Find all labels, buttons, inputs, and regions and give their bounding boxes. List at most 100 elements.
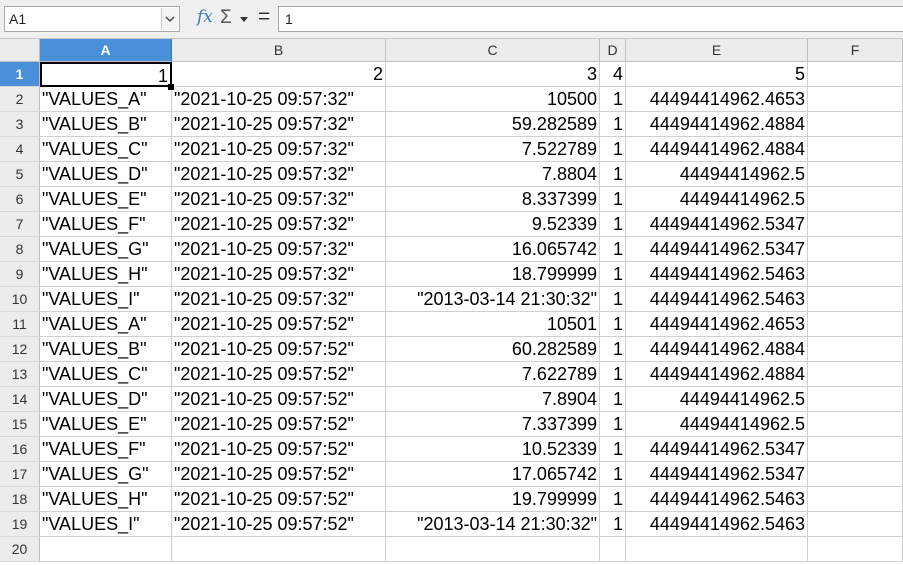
cell-c7[interactable]: 9.52339 [386,212,600,237]
cell-b15[interactable]: "2021-10-25 09:57:52" [172,412,386,437]
cell-e10[interactable]: 44494414962.5463 [626,287,808,312]
cell-a7[interactable]: "VALUES_F" [40,212,172,237]
cell-d19[interactable]: 1 [600,512,626,537]
cell-e12[interactable]: 44494414962.4884 [626,337,808,362]
cell-d14[interactable]: 1 [600,387,626,412]
column-header-c[interactable]: C [386,39,600,62]
cell-e11[interactable]: 44494414962.4653 [626,312,808,337]
row-header-2[interactable]: 2 [0,87,40,112]
cell-f6[interactable] [808,187,903,212]
row-header-16[interactable]: 16 [0,437,40,462]
row-header-20[interactable]: 20 [0,537,40,562]
cell-b5[interactable]: "2021-10-25 09:57:32" [172,162,386,187]
cell-f2[interactable] [808,87,903,112]
cell-b13[interactable]: "2021-10-25 09:57:52" [172,362,386,387]
column-header-d[interactable]: D [600,39,626,62]
cell-a14[interactable]: "VALUES_D" [40,387,172,412]
cell-d7[interactable]: 1 [600,212,626,237]
cell-f18[interactable] [808,487,903,512]
row-header-8[interactable]: 8 [0,237,40,262]
cell-e2[interactable]: 44494414962.4653 [626,87,808,112]
cell-a6[interactable]: "VALUES_E" [40,187,172,212]
cell-c10[interactable]: "2013-03-14 21:30:32" [386,287,600,312]
cell-d12[interactable]: 1 [600,337,626,362]
cell-a8[interactable]: "VALUES_G" [40,237,172,262]
cell-b16[interactable]: "2021-10-25 09:57:52" [172,437,386,462]
cell-d15[interactable]: 1 [600,412,626,437]
cell-e19[interactable]: 44494414962.5463 [626,512,808,537]
cell-b18[interactable]: "2021-10-25 09:57:52" [172,487,386,512]
cell-c16[interactable]: 10.52339 [386,437,600,462]
cell-a3[interactable]: "VALUES_B" [40,112,172,137]
cell-e5[interactable]: 44494414962.5 [626,162,808,187]
cell-d8[interactable]: 1 [600,237,626,262]
cell-c20[interactable] [386,537,600,562]
cell-c12[interactable]: 60.282589 [386,337,600,362]
cell-b4[interactable]: "2021-10-25 09:57:32" [172,137,386,162]
cell-a12[interactable]: "VALUES_B" [40,337,172,362]
column-header-f[interactable]: F [808,39,903,62]
cell-b17[interactable]: "2021-10-25 09:57:52" [172,462,386,487]
cell-f1[interactable] [808,62,903,87]
cell-f10[interactable] [808,287,903,312]
row-header-6[interactable]: 6 [0,187,40,212]
cell-a11[interactable]: "VALUES_A" [40,312,172,337]
cell-d2[interactable]: 1 [600,87,626,112]
cell-f17[interactable] [808,462,903,487]
row-header-1[interactable]: 1 [0,62,40,87]
cell-c9[interactable]: 18.799999 [386,262,600,287]
cell-d5[interactable]: 1 [600,162,626,187]
cell-a16[interactable]: "VALUES_F" [40,437,172,462]
cell-e4[interactable]: 44494414962.4884 [626,137,808,162]
cell-d9[interactable]: 1 [600,262,626,287]
cell-d11[interactable]: 1 [600,312,626,337]
cell-a19[interactable]: "VALUES_I" [40,512,172,537]
cell-b1[interactable]: 2 [172,62,386,87]
cell-c19[interactable]: "2013-03-14 21:30:32" [386,512,600,537]
cell-e13[interactable]: 44494414962.4884 [626,362,808,387]
cell-d18[interactable]: 1 [600,487,626,512]
cell-a15[interactable]: "VALUES_E" [40,412,172,437]
cell-b8[interactable]: "2021-10-25 09:57:32" [172,237,386,262]
cell-c14[interactable]: 7.8904 [386,387,600,412]
active-cell[interactable]: 1 [40,62,172,87]
cell-f15[interactable] [808,412,903,437]
cell-d4[interactable]: 1 [600,137,626,162]
cell-c15[interactable]: 7.337399 [386,412,600,437]
column-header-b[interactable]: B [172,39,386,62]
cell-a5[interactable]: "VALUES_D" [40,162,172,187]
cell-c18[interactable]: 19.799999 [386,487,600,512]
cell-f9[interactable] [808,262,903,287]
cell-b20[interactable] [172,537,386,562]
cell-e15[interactable]: 44494414962.5 [626,412,808,437]
cell-d3[interactable]: 1 [600,112,626,137]
cell-b3[interactable]: "2021-10-25 09:57:32" [172,112,386,137]
cell-c2[interactable]: 10500 [386,87,600,112]
cell-b12[interactable]: "2021-10-25 09:57:52" [172,337,386,362]
cell-b9[interactable]: "2021-10-25 09:57:32" [172,262,386,287]
cell-d13[interactable]: 1 [600,362,626,387]
formula-value[interactable]: 1 [285,11,293,27]
row-header-9[interactable]: 9 [0,262,40,287]
cell-c17[interactable]: 17.065742 [386,462,600,487]
row-header-11[interactable]: 11 [0,312,40,337]
cell-a20[interactable] [40,537,172,562]
cell-a2[interactable]: "VALUES_A" [40,87,172,112]
row-header-10[interactable]: 10 [0,287,40,312]
fill-handle[interactable] [168,84,174,90]
cell-f12[interactable] [808,337,903,362]
cell-f13[interactable] [808,362,903,387]
row-header-12[interactable]: 12 [0,337,40,362]
cell-d1[interactable]: 4 [600,62,626,87]
cell-f14[interactable] [808,387,903,412]
cell-f11[interactable] [808,312,903,337]
name-box[interactable]: A1 [4,6,180,32]
cell-f4[interactable] [808,137,903,162]
sum-icon[interactable]: Σ [220,7,232,29]
cell-d10[interactable]: 1 [600,287,626,312]
cell-d17[interactable]: 1 [600,462,626,487]
column-header-e[interactable]: E [626,39,808,62]
cell-f7[interactable] [808,212,903,237]
cell-c8[interactable]: 16.065742 [386,237,600,262]
cell-f5[interactable] [808,162,903,187]
